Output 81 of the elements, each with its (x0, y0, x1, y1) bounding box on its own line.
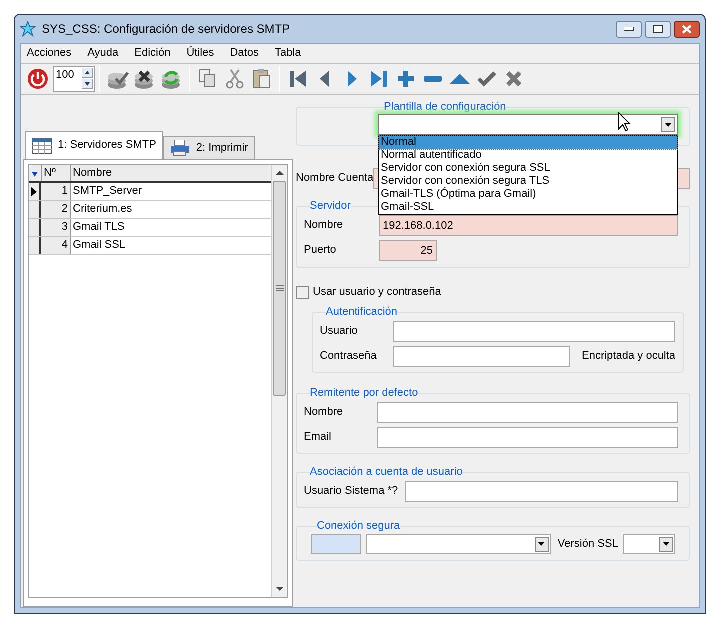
tab[interactable]: 2: Imprimir (163, 136, 256, 159)
group-title: Plantilla de configuración (384, 101, 506, 113)
dropdown-field[interactable] (623, 534, 675, 554)
menu-item[interactable]: Tabla (274, 45, 302, 62)
dropdown-field[interactable] (378, 114, 678, 135)
dropdown-field[interactable] (366, 534, 551, 554)
caret-icon (664, 122, 672, 126)
group-title: Asociación a cuenta de usuario (310, 466, 463, 478)
dropdown-option[interactable]: Gmail-SSL (379, 201, 677, 214)
text-field[interactable] (377, 427, 678, 448)
minimize-icon (624, 27, 634, 31)
menu-item[interactable]: Útiles (186, 45, 214, 62)
dropdown-button[interactable] (661, 117, 675, 132)
group-title: Conexión segura (317, 520, 400, 532)
table-cell-text: Gmail TLS (72, 220, 126, 235)
group-title: Servidor (310, 200, 351, 212)
table-cell-text: SMTP_Server (72, 184, 144, 199)
text-field[interactable]: 25 (379, 240, 437, 261)
table-cell: 2 (41, 201, 71, 218)
text-field[interactable] (393, 321, 675, 342)
menu-item[interactable]: Acciones (27, 45, 72, 62)
row-indicator[interactable] (29, 237, 41, 254)
caret-icon (662, 542, 670, 546)
maximize-icon (653, 25, 663, 33)
table-cell: 1 (41, 183, 71, 200)
dropdown-option[interactable]: Normal autentificado (379, 149, 677, 162)
dropdown-button[interactable] (659, 536, 673, 552)
maximize-button[interactable] (645, 20, 671, 38)
row-indicator[interactable] (29, 183, 41, 200)
column-header[interactable]: Nombre (71, 165, 271, 181)
text-field[interactable] (377, 402, 678, 423)
group-title: Autentificación (326, 306, 398, 318)
text-field[interactable]: 192.168.0.102 (379, 215, 678, 236)
text-field[interactable] (393, 346, 570, 367)
grip-icon (276, 285, 284, 292)
row-indicator[interactable] (29, 219, 41, 236)
dropdown-option[interactable]: Normal (379, 136, 677, 149)
close-icon (682, 24, 692, 34)
up-arrow-icon[interactable] (82, 68, 93, 78)
table-cell-text: Gmail SSL (72, 238, 127, 253)
spin-field[interactable]: 100 (53, 66, 95, 92)
menu-item[interactable]: Datos (230, 45, 259, 62)
table-icon (32, 138, 52, 154)
table-cell: 3 (41, 219, 71, 236)
menu-item[interactable]: Ayuda (88, 45, 119, 62)
field-note: Encriptada y oculta (582, 349, 676, 364)
group-title: Remitente por defecto (310, 387, 418, 399)
printer-icon (170, 140, 190, 156)
column-header[interactable]: Nº (41, 165, 71, 181)
text-field[interactable] (405, 481, 678, 502)
field-label: Nombre (304, 405, 344, 420)
star-icon (20, 21, 36, 37)
spin-value: 100 (55, 68, 76, 83)
current-row-icon (31, 186, 37, 196)
checkbox-label: Usar usuario y contraseña (313, 284, 442, 300)
close-button[interactable] (674, 20, 700, 38)
field-label: Versión SSL (558, 536, 618, 552)
field-label: Contraseña (320, 349, 378, 364)
field-label: Puerto (304, 243, 338, 258)
tab[interactable]: 1: Servidores SMTP (25, 131, 164, 159)
field-label: Usuario (320, 324, 359, 340)
dropdown-option[interactable]: Servidor con conexión segura TLS (379, 175, 677, 188)
field-label: Nombre (304, 218, 344, 234)
menu-item[interactable]: Edición (134, 45, 171, 62)
table-cell: 4 (41, 237, 71, 254)
window-title: SYS_CSS: Configuración de servidores SMTP (42, 21, 290, 38)
minimize-button[interactable] (616, 20, 642, 38)
field-label: Usuario Sistema *? (304, 484, 400, 500)
dropdown-option[interactable]: Servidor con conexión segura SSL (379, 162, 677, 175)
down-arrow-icon[interactable] (82, 79, 93, 89)
scrollbar[interactable] (271, 165, 287, 597)
caret-icon (538, 542, 546, 546)
field-label: Email (304, 430, 333, 446)
dropdown-button[interactable] (534, 536, 549, 552)
checkbox[interactable] (296, 286, 309, 298)
color-swatch (311, 534, 361, 554)
scroll-thumb[interactable] (273, 181, 286, 396)
table-cell-text: Criterium.es (72, 202, 134, 217)
dropdown-option[interactable]: Gmail-TLS (Óptima para Gmail) (379, 188, 677, 201)
mouse-pointer-icon (618, 112, 631, 132)
row-indicator[interactable] (29, 201, 41, 218)
